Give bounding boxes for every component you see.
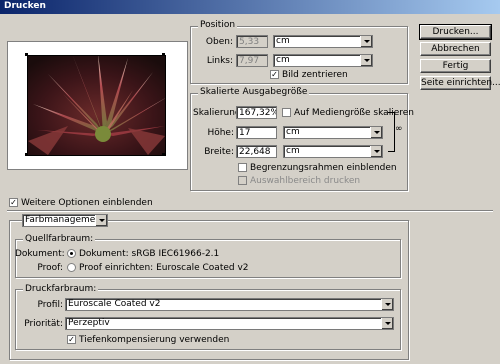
document-radio[interactable] [67, 249, 76, 258]
profile-value: Euroscale Coated v2 [68, 299, 161, 309]
height-unit-select[interactable]: cm [283, 126, 383, 139]
print-button[interactable]: Drucken... [419, 24, 492, 40]
top-unit-value: cm [276, 36, 290, 46]
scale-label: Skalierung: [193, 108, 244, 118]
print-space-title: Druckfarbraum: [23, 284, 99, 294]
handle-top-right[interactable] [162, 53, 165, 56]
border-checkbox[interactable] [238, 163, 247, 172]
height-label: Höhe: [207, 128, 234, 138]
profile-select[interactable]: Euroscale Coated v2 [65, 298, 394, 311]
scale-field[interactable]: 167,32% [236, 106, 277, 119]
options-type-select[interactable]: Farbmanagement [22, 214, 108, 227]
link-bracket [388, 112, 395, 152]
chevron-down-icon [370, 146, 382, 157]
intent-select[interactable]: Perzeptiv [65, 317, 394, 330]
border-label: Begrenzungsrahmen einblenden [250, 163, 397, 173]
left-unit-value: cm [276, 55, 290, 65]
profile-label: Profil: [37, 300, 63, 310]
center-image-label: Bild zentrieren [282, 70, 348, 80]
chevron-down-icon [360, 36, 372, 47]
width-field[interactable]: 22,648 [236, 145, 277, 158]
left-label: Links: [206, 56, 233, 66]
proof-option: Proof einrichten: Euroscale Coated v2 [79, 263, 249, 273]
top-label: Oben: [205, 37, 233, 47]
center-image-checkbox[interactable]: ✓ [270, 70, 279, 79]
title-bar: Drucken [0, 0, 500, 14]
chevron-down-icon [95, 215, 107, 226]
intent-label: Priorität: [24, 319, 63, 329]
preview-image[interactable] [27, 55, 166, 156]
page-setup-button[interactable]: Seite einrichten... [420, 76, 500, 90]
link-icon[interactable]: ∞ [395, 124, 403, 134]
proof-label: Proof: [37, 263, 63, 273]
divider [7, 210, 493, 212]
left-field[interactable]: 7,97 [236, 54, 268, 67]
chevron-down-icon [360, 55, 372, 66]
height-field[interactable]: 17 [236, 126, 277, 139]
width-unit-select[interactable]: cm [283, 145, 383, 158]
handle-bottom-right[interactable] [162, 153, 165, 156]
bpc-checkbox[interactable]: ✓ [67, 335, 76, 344]
document-label: Dokument: [15, 249, 65, 259]
print-selection-checkbox[interactable] [238, 176, 247, 185]
top-field[interactable]: 5,33 [236, 35, 268, 48]
more-options-label: Weitere Optionen einblenden [21, 198, 153, 208]
done-button[interactable]: Fertig [420, 59, 491, 73]
top-unit-select[interactable]: cm [273, 35, 373, 48]
document-option: Dokument: sRGB IEC61966-2.1 [79, 249, 220, 259]
window-title: Drucken [4, 1, 46, 11]
fit-media-checkbox[interactable] [282, 108, 291, 117]
intent-value: Perzeptiv [68, 318, 110, 328]
position-title: Position [198, 20, 238, 30]
chevron-down-icon [381, 318, 393, 329]
proof-radio[interactable] [67, 263, 76, 272]
handle-bottom-left[interactable] [25, 153, 28, 156]
more-options-checkbox[interactable]: ✓ [9, 198, 18, 207]
fit-media-label: Auf Mediengröße skalieren [294, 108, 414, 118]
chevron-down-icon [381, 299, 393, 310]
chevron-down-icon [370, 127, 382, 138]
width-label: Breite: [204, 147, 234, 157]
print-selection-label: Auswahlbereich drucken [250, 176, 361, 186]
cancel-button[interactable]: Abbrechen [420, 42, 491, 56]
bpc-label: Tiefenkompensierung verwenden [79, 335, 230, 345]
options-type-value: Farbmanagement [25, 215, 105, 225]
handle-top-left[interactable] [25, 53, 28, 56]
width-unit-value: cm [286, 146, 300, 156]
source-space-title: Quellfarbraum: [23, 234, 96, 244]
left-unit-select[interactable]: cm [273, 54, 373, 67]
succulent-photo [28, 56, 165, 155]
height-unit-value: cm [286, 127, 300, 137]
print-dialog: Drucken Position Oben: 5,33 cm Links: 7,… [0, 0, 500, 364]
scaled-output-title: Skalierte Ausgabegröße [198, 87, 310, 97]
